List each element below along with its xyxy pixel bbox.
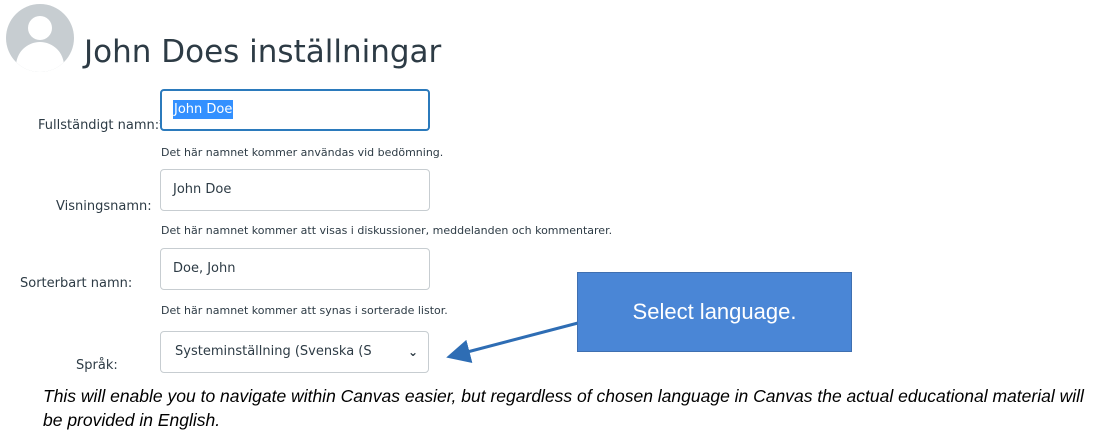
language-select[interactable]: Systeminställning (Svenska (S ⌄ bbox=[160, 331, 429, 373]
page-title: John Does inställningar bbox=[84, 34, 442, 70]
chevron-down-icon: ⌄ bbox=[407, 345, 418, 359]
full-name-hint: Det här namnet kommer användas vid bedöm… bbox=[161, 146, 444, 159]
full-name-label: Fullständigt namn:* bbox=[38, 118, 166, 133]
full-name-field[interactable]: John Doe bbox=[160, 89, 430, 131]
display-name-field[interactable]: John Doe bbox=[160, 169, 430, 211]
user-avatar bbox=[6, 4, 74, 72]
avatar-head-shape bbox=[28, 16, 52, 40]
display-name-label: Visningsnamn: bbox=[56, 199, 152, 214]
full-name-value: John Doe bbox=[173, 100, 234, 119]
sortable-name-value: Doe, John bbox=[173, 261, 236, 276]
display-name-value: John Doe bbox=[173, 182, 232, 197]
callout-box: Select language. bbox=[577, 272, 852, 352]
sortable-name-hint: Det här namnet kommer att synas i sorter… bbox=[161, 304, 448, 317]
sortable-name-field[interactable]: Doe, John bbox=[160, 248, 430, 290]
display-name-hint: Det här namnet kommer att visas i diskus… bbox=[161, 224, 613, 237]
arrow-line bbox=[446, 321, 579, 364]
sortable-name-label: Sorterbart namn: bbox=[20, 276, 133, 291]
callout-text: Select language. bbox=[632, 299, 797, 324]
language-label: Språk: bbox=[76, 358, 118, 373]
instruction-note: This will enable you to navigate within … bbox=[43, 386, 1084, 430]
avatar-shoulders-shape bbox=[16, 42, 64, 72]
language-selected-value: Systeminställning (Svenska (S bbox=[175, 344, 372, 359]
